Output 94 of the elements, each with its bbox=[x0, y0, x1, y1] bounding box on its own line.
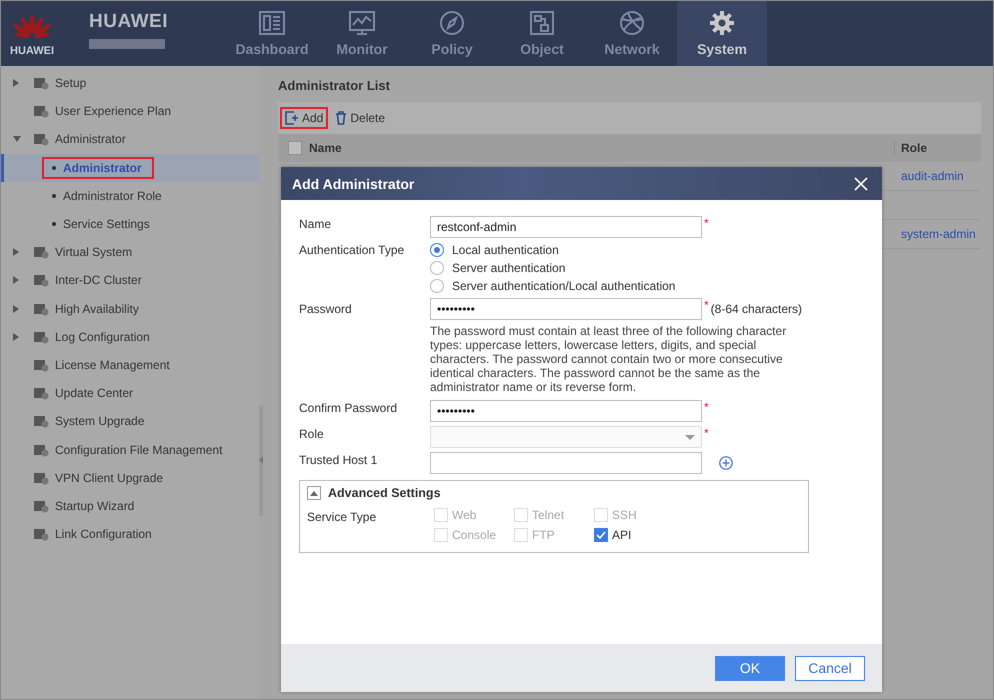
trash-icon bbox=[335, 111, 348, 125]
sidebar-item[interactable]: Virtual System bbox=[1, 238, 259, 266]
field-label: Service Type bbox=[307, 509, 378, 526]
confirm-password-input[interactable]: ••••••••• bbox=[430, 400, 702, 422]
sidebar-item[interactable]: Configuration File Management bbox=[1, 435, 259, 464]
name-input[interactable]: restconf-admin bbox=[430, 216, 702, 238]
object-diagram-icon bbox=[527, 10, 557, 36]
caret-icon[interactable] bbox=[13, 79, 19, 88]
sidebar-subitem[interactable]: Administrator bbox=[1, 154, 259, 182]
radio-label[interactable]: Local authentication bbox=[452, 243, 559, 257]
close-icon[interactable] bbox=[854, 176, 868, 190]
nav-tab[interactable]: Network bbox=[587, 1, 677, 66]
module-icon bbox=[33, 132, 49, 146]
required-mark: * bbox=[704, 298, 709, 312]
module-icon bbox=[33, 386, 49, 400]
field-label: Authentication Type bbox=[299, 242, 406, 259]
module-icon bbox=[33, 498, 49, 513]
module-icon bbox=[33, 76, 49, 90]
radio-button[interactable] bbox=[430, 279, 444, 293]
nav-tab[interactable]: System bbox=[677, 1, 767, 66]
module-icon bbox=[33, 104, 49, 118]
sidebar-item[interactable]: Setup bbox=[1, 69, 259, 98]
add-circle-icon[interactable] bbox=[719, 456, 733, 470]
sidebar-item[interactable]: Link Configuration bbox=[1, 520, 259, 548]
password-help-text: The password must contain at least three of the following character types: uppercase letters, lowercase letters, digits, and special characters. The password cannot contain two or more consecutive identical characters. The password cannot be the same as the administrator name or its reverse form. bbox=[430, 324, 788, 394]
checkbox[interactable] bbox=[594, 528, 608, 542]
nav-tab[interactable]: Object bbox=[497, 1, 587, 66]
column-header: Name bbox=[309, 141, 343, 155]
module-icon bbox=[33, 302, 49, 316]
module-icon bbox=[33, 470, 49, 485]
sidebar-item[interactable]: High Availability bbox=[1, 294, 259, 323]
nav-tab[interactable]: Policy bbox=[407, 1, 497, 66]
sidebar-item[interactable]: Log Configuration bbox=[1, 322, 259, 351]
module-icon bbox=[33, 273, 49, 288]
caret-icon[interactable] bbox=[13, 304, 19, 313]
page-title: Administrator List bbox=[278, 78, 391, 95]
nav-tab[interactable]: Monitor bbox=[317, 1, 407, 66]
module-icon bbox=[33, 358, 49, 372]
sidebar-item[interactable]: Administrator bbox=[1, 125, 259, 154]
radio-button[interactable] bbox=[430, 243, 444, 257]
dashboard-icon bbox=[257, 10, 287, 36]
dialog-title: Add Administrator bbox=[292, 176, 414, 192]
caret-icon[interactable] bbox=[13, 276, 19, 284]
sidebar-item[interactable]: System Upgrade bbox=[1, 407, 259, 436]
add-button[interactable]: Add bbox=[280, 107, 328, 129]
add-document-icon bbox=[285, 111, 299, 125]
role-link[interactable]: audit-admin bbox=[894, 169, 981, 183]
role-link[interactable]: system-admin bbox=[894, 227, 981, 241]
module-icon bbox=[33, 442, 49, 457]
required-mark: * bbox=[704, 400, 709, 414]
petal-logo-icon bbox=[12, 14, 52, 40]
cancel-button[interactable]: Cancel bbox=[795, 656, 865, 680]
caret-icon[interactable] bbox=[13, 136, 21, 142]
radio-button[interactable] bbox=[430, 261, 444, 275]
field-label: Role bbox=[299, 426, 325, 443]
module-icon bbox=[33, 414, 49, 428]
module-icon bbox=[33, 245, 49, 260]
required-mark: * bbox=[704, 216, 709, 230]
module-icon bbox=[33, 527, 49, 542]
caret-icon[interactable] bbox=[13, 332, 19, 341]
collapse-toggle[interactable] bbox=[307, 486, 321, 500]
sidebar-subitem[interactable]: Service Settings bbox=[1, 210, 259, 238]
sidebar-item[interactable]: User Experience Plan bbox=[1, 97, 259, 126]
sidebar-item[interactable]: Update Center bbox=[1, 379, 259, 408]
sidebar-item[interactable]: Startup Wizard bbox=[1, 492, 259, 520]
globe-icon bbox=[617, 10, 647, 36]
ok-button[interactable]: OK bbox=[715, 656, 785, 680]
sidebar-item[interactable]: License Management bbox=[1, 350, 259, 380]
field-label: Trusted Host 1 bbox=[299, 452, 378, 469]
module-icon bbox=[33, 330, 49, 344]
trusted-host-input[interactable] bbox=[430, 452, 702, 474]
select-all-checkbox[interactable] bbox=[288, 141, 302, 155]
sidebar-item[interactable]: VPN Client Upgrade bbox=[1, 464, 259, 492]
brand-name: HUAWEI bbox=[89, 11, 169, 33]
caret-icon[interactable] bbox=[13, 248, 19, 256]
nav-tab[interactable]: Dashboard bbox=[227, 1, 317, 66]
monitor-chart-icon bbox=[347, 10, 377, 36]
radio-label[interactable]: Server authentication bbox=[452, 261, 566, 275]
sidebar-subitem[interactable]: Administrator Role bbox=[1, 182, 259, 210]
logo-text: HUAWEI bbox=[10, 44, 54, 56]
column-header: Role bbox=[894, 141, 981, 155]
length-hint: (8-64 characters) bbox=[710, 302, 802, 316]
delete-button[interactable]: Delete bbox=[330, 107, 390, 129]
sidebar-item[interactable]: Inter-DC Cluster bbox=[1, 266, 259, 294]
radio-label[interactable]: Server authentication/Local authentication bbox=[452, 279, 676, 293]
settings-icon bbox=[707, 10, 737, 36]
required-mark: * bbox=[704, 426, 709, 440]
field-label: Name bbox=[299, 216, 332, 233]
compass-icon bbox=[437, 10, 467, 36]
section-title: Advanced Settings bbox=[328, 486, 441, 500]
field-label: Confirm Password bbox=[299, 400, 398, 417]
field-label: Password bbox=[299, 301, 353, 318]
checkbox-label[interactable]: API bbox=[612, 528, 632, 542]
password-input[interactable]: ••••••••• bbox=[430, 298, 702, 320]
